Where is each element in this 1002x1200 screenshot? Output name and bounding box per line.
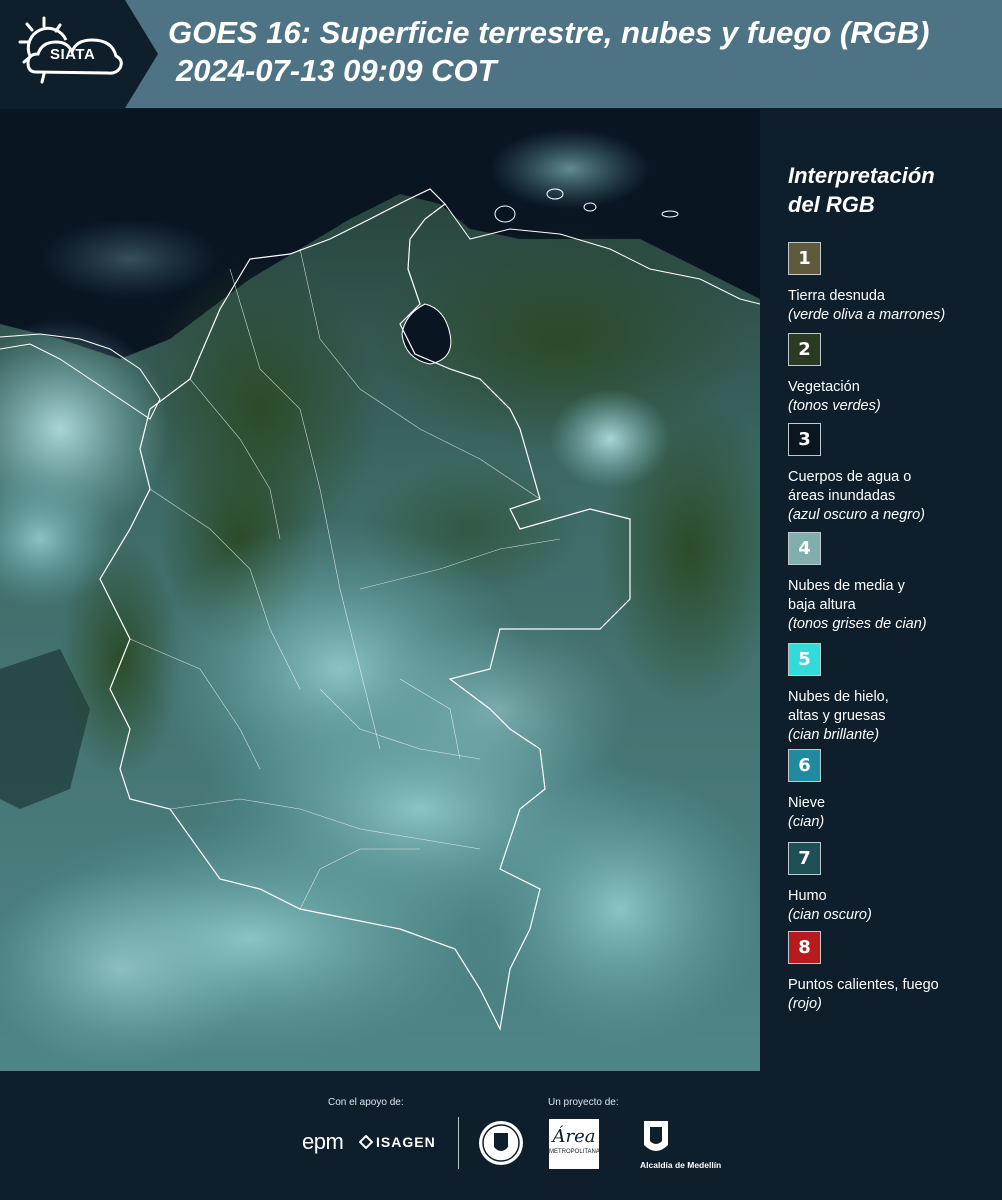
legend-swatch: 1 [788,242,821,275]
page-title: GOES 16: Superficie terrestre, nubes y f… [168,14,998,90]
footer: Con el apoyo de: Un proyecto de: epm ISA… [0,1071,1002,1200]
legend-item: 8 Puntos calientes, fuego (rojo) [788,931,993,1014]
legend-item-label: Nubes de hielo, altas y gruesas [788,688,993,726]
legend-swatch: 7 [788,842,821,875]
header-bar: SIATA GOES 16: Superficie terrestre, nub… [0,0,1002,108]
legend-swatch: 4 [788,532,821,565]
legend-item: 4 Nubes de media y baja altura (tonos grise… [788,532,993,634]
isagen-logo[interactable]: ISAGEN [376,1134,436,1150]
legend-item: 5 Nubes de hielo, altas y gruesas (cian bri… [788,643,993,745]
isagen-icon [359,1135,373,1149]
legend-item-label-line-1: Nubes de media y [788,578,905,594]
legend-swatch: 3 [788,423,821,456]
siata-brand-text: SIATA [50,46,96,63]
legend-item-label: Puntos calientes, fuego [788,977,939,993]
legend-item-description: (tonos verdes) [788,398,881,414]
title-line-2: 2024-07-13 09:09 COT [176,53,497,88]
alcaldia-label: Alcaldía de Medellín [640,1160,722,1170]
legend-item-label: Tierra desnuda [788,288,885,304]
legend-item-label: Vegetación [788,379,860,395]
title-line-1: GOES 16: Superficie terrestre, nubes y f… [168,15,930,50]
rgb-legend: Interpretación del RGB 1 Tierra desnuda (v… [760,109,1002,1071]
legend-item-label-line-1: Cuerpos de agua o [788,469,912,485]
legend-item-label-line-1: Nubes de hielo, [788,689,889,705]
legend-item-description: (cian) [788,814,825,830]
legend-item-description: (verde oliva a marrones) [788,307,946,323]
area-metropolitana-logo[interactable]: Área METROPOLITANA [549,1119,600,1169]
legend-swatch: 2 [788,333,821,366]
project-label: Un proyecto de: [548,1097,619,1108]
legend-title: Interpretación del RGB [788,161,988,219]
legend-item-description: (azul oscuro a negro) [788,507,926,523]
legend-item-label: Nubes de media y baja altura [788,577,993,615]
legend-swatch: 8 [788,931,821,964]
university-seal-icon[interactable] [477,1119,525,1167]
legend-item-label: Humo [788,888,827,904]
legend-swatch: 5 [788,643,821,676]
legend-item-label-line-2: altas y gruesas [788,708,886,724]
legend-title-line-2: del RGB [788,192,875,217]
legend-item: 1 Tierra desnuda (verde oliva a marrones) [788,242,993,325]
legend-item-description: (rojo) [788,996,822,1012]
legend-item: 2 Vegetación (tonos verdes) [788,333,993,416]
legend-item: 6 Nieve (cian) [788,749,993,832]
epm-logo[interactable]: epm [302,1129,344,1155]
legend-item-description: (tonos grises de cian) [788,616,927,632]
legend-item: 7 Humo (cian oscuro) [788,842,993,925]
satellite-map[interactable] [0,109,760,1071]
area-logo-text: Área [552,1126,596,1147]
legend-item-label-line-2: áreas inundadas [788,488,896,504]
legend-item-label: Cuerpos de agua o áreas inundadas [788,468,993,506]
support-label: Con el apoyo de: [328,1097,404,1108]
legend-item-description: (cian brillante) [788,727,880,743]
legend-swatch: 6 [788,749,821,782]
legend-title-line-1: Interpretación [788,163,935,188]
legend-item-description: (cian oscuro) [788,907,872,923]
legend-item-label-line-2: baja altura [788,597,856,613]
footer-divider [458,1117,459,1169]
siata-logo[interactable]: SIATA [0,0,160,108]
legend-item: 3 Cuerpos de agua o áreas inundadas (azul o… [788,423,993,525]
area-logo-sub: METROPOLITANA [549,1149,600,1155]
satellite-map-icon [0,109,760,1071]
legend-item-label: Nieve [788,795,826,811]
alcaldia-shield-icon[interactable] [642,1119,670,1157]
